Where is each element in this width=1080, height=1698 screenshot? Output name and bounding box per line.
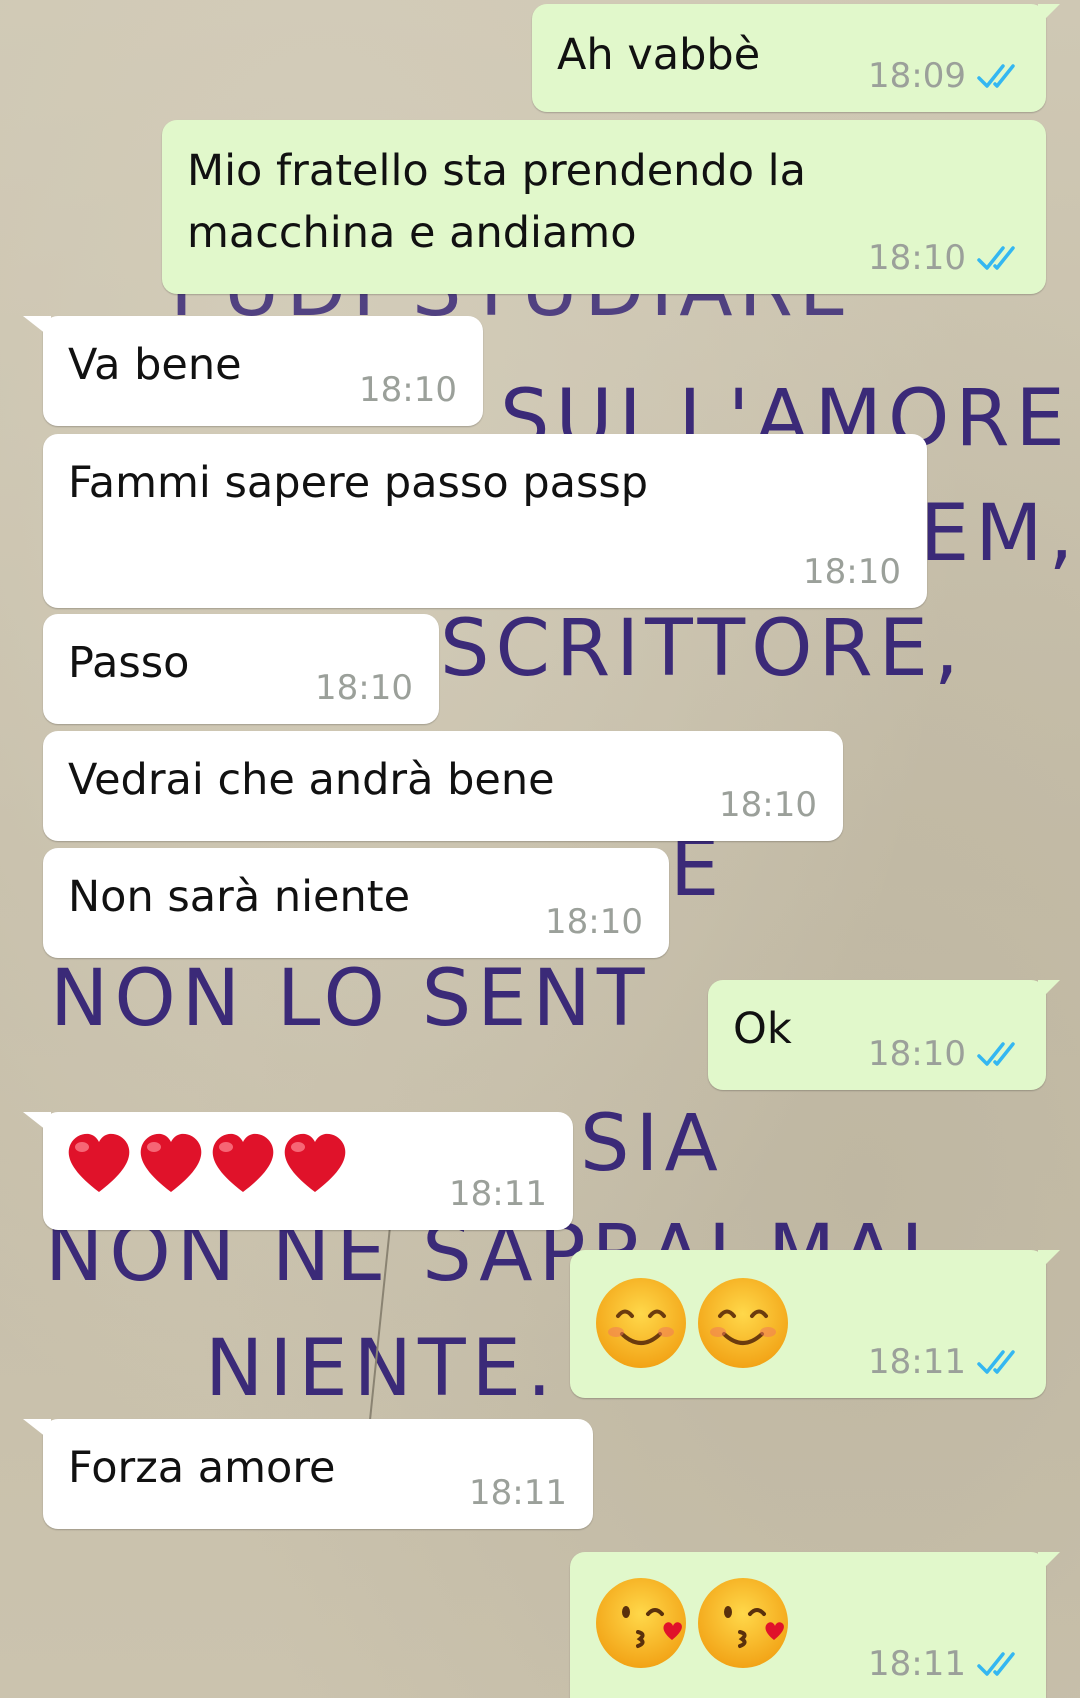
message-meta: 18:10 <box>868 1034 1022 1074</box>
outgoing-message[interactable]: 18:11 <box>570 1250 1060 1398</box>
message-time: 18:10 <box>803 552 901 592</box>
message-meta: 18:11 <box>868 1342 1022 1382</box>
red-heart-icon <box>212 1133 274 1192</box>
message-time: 18:11 <box>868 1644 966 1684</box>
message-time: 18:10 <box>315 668 413 708</box>
outgoing-message[interactable]: Mio fratello sta prendendo la macchina e… <box>162 120 1046 294</box>
red-heart-icon <box>140 1133 202 1192</box>
message-meta: 18:10 <box>315 668 413 708</box>
read-double-check-icon <box>977 1652 1015 1676</box>
kissing-face-icon <box>596 1578 686 1668</box>
message-meta: 18:10 <box>545 902 643 942</box>
red-heart-icon <box>68 1133 130 1192</box>
incoming-message[interactable]: Non sarà niente 18:10 <box>43 848 669 958</box>
red-heart-icon <box>284 1133 346 1192</box>
incoming-message[interactable]: Passo 18:10 <box>43 614 439 724</box>
read-double-check-icon <box>977 246 1015 270</box>
message-time: 18:09 <box>868 56 966 96</box>
message-text: Ok <box>733 1004 792 1054</box>
message-text: Forza amore <box>68 1443 336 1493</box>
emoji-row <box>594 1276 790 1370</box>
message-meta: 18:11 <box>449 1174 547 1214</box>
read-double-check-icon <box>977 1350 1015 1374</box>
message-text-line: Mio fratello sta prendendo la <box>187 146 806 196</box>
message-time: 18:10 <box>719 785 817 825</box>
message-time: 18:10 <box>359 370 457 410</box>
message-text: Passo <box>68 638 190 688</box>
message-text: Va bene <box>68 340 242 390</box>
message-meta: 18:11 <box>469 1473 567 1513</box>
message-text: Mio fratello sta prendendo la macchina e… <box>187 140 806 264</box>
message-time: 18:10 <box>545 902 643 942</box>
outgoing-message[interactable]: Ok 18:10 <box>708 980 1060 1090</box>
incoming-message[interactable]: Vedrai che andrà bene 18:10 <box>43 731 843 841</box>
wallpaper-text-line: NON LO SENT <box>50 954 651 1044</box>
wallpaper-text-line: NIENTE. <box>205 1324 558 1414</box>
wallpaper-text-line: EM, <box>920 489 1079 579</box>
message-meta: 18:10 <box>868 238 1022 278</box>
message-meta: 18:10 <box>803 552 901 592</box>
message-time: 18:11 <box>469 1473 567 1513</box>
incoming-message[interactable]: Va bene 18:10 <box>23 316 483 426</box>
message-meta: 18:10 <box>359 370 457 410</box>
smiling-face-icon <box>698 1278 788 1368</box>
message-text: Fammi sapere passo passp <box>68 458 649 508</box>
emoji-row <box>65 1130 349 1198</box>
message-text-line: macchina e andiamo <box>187 208 637 258</box>
kissing-face-icon <box>698 1578 788 1668</box>
message-meta: 18:09 <box>868 56 1022 96</box>
outgoing-message[interactable]: Ah vabbè 18:09 <box>532 4 1060 112</box>
smiling-face-icon <box>596 1278 686 1368</box>
message-meta: 18:11 <box>868 1644 1022 1684</box>
incoming-message[interactable]: Forza amore 18:11 <box>23 1419 593 1529</box>
incoming-message[interactable]: 18:11 <box>23 1112 573 1230</box>
message-time: 18:11 <box>449 1174 547 1214</box>
read-double-check-icon <box>977 1042 1015 1066</box>
incoming-message[interactable]: Fammi sapere passo passp 18:10 <box>43 434 927 608</box>
message-time: 18:11 <box>868 1342 966 1382</box>
wallpaper-text-line: SCRITTORE, <box>440 604 965 694</box>
message-text: Non sarà niente <box>68 872 411 922</box>
emoji-row <box>594 1576 790 1670</box>
wallpaper-text-line: SIA <box>580 1099 724 1189</box>
message-time: 18:10 <box>868 238 966 278</box>
message-text: Ah vabbè <box>557 30 761 80</box>
outgoing-message[interactable]: 18:11 <box>570 1552 1060 1698</box>
read-double-check-icon <box>977 64 1015 88</box>
message-text: Vedrai che andrà bene <box>68 755 555 805</box>
message-meta: 18:10 <box>719 785 817 825</box>
message-time: 18:10 <box>868 1034 966 1074</box>
